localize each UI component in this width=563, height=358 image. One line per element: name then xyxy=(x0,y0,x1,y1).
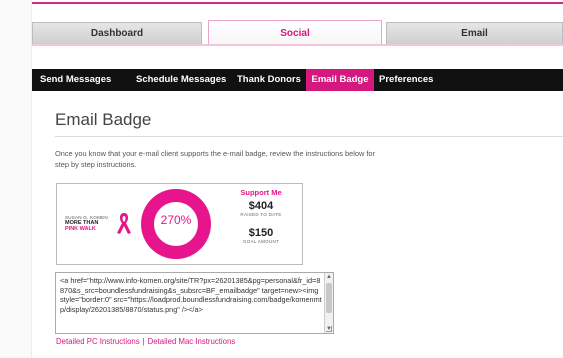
subnav-schedule-messages[interactable]: Schedule Messages xyxy=(136,69,226,91)
subnav-email-badge[interactable]: Email Badge xyxy=(306,69,374,91)
left-gutter xyxy=(0,0,32,358)
scroll-up-icon[interactable]: ▲ xyxy=(325,273,333,281)
progress-percent: 270% xyxy=(160,213,192,227)
tab-social[interactable]: Social xyxy=(208,20,382,44)
tab-dashboard[interactable]: Dashboard xyxy=(32,22,202,44)
raised-label: RAISED TO DATE xyxy=(240,212,282,217)
instruction-links: Detailed PC Instructions | Detailed Mac In… xyxy=(56,337,235,346)
mac-instructions-link[interactable]: Detailed Mac Instructions xyxy=(148,337,236,346)
support-me-label: Support Me xyxy=(240,188,282,197)
resize-handle-icon[interactable] xyxy=(326,326,332,332)
badge-code-text[interactable]: <a href="http://www.info-komen.org/site/… xyxy=(60,276,322,314)
title-divider xyxy=(55,136,563,137)
subnav-thank-donors[interactable]: Thank Donors xyxy=(237,69,301,91)
link-separator: | xyxy=(142,337,145,346)
tab-underline xyxy=(32,44,563,46)
main-tabs: Dashboard Social Email xyxy=(32,20,563,44)
goal-label: GOAL AMOUNT xyxy=(242,239,280,244)
code-scrollbar[interactable]: ▲ ▼ xyxy=(324,273,333,333)
badge-code-textarea[interactable]: <a href="http://www.info-komen.org/site/… xyxy=(55,272,334,334)
pink-ribbon-icon xyxy=(117,213,131,234)
badge-stats: Support Me $404 RAISED TO DATE $150 GOAL… xyxy=(225,188,297,244)
tab-email[interactable]: Email xyxy=(386,22,563,44)
social-subnav: Send Messages Schedule Messages Thank Do… xyxy=(32,69,563,91)
pc-instructions-link[interactable]: Detailed PC Instructions xyxy=(56,337,140,346)
goal-amount: $150 xyxy=(248,227,274,239)
email-badge-preview: SUSAN G. KOMEN MORE THAN PINK WALK 270% … xyxy=(56,183,303,265)
page-description: Once you know that your e-mail client su… xyxy=(55,149,376,169)
page-title: Email Badge xyxy=(55,110,152,129)
raised-amount: $404 xyxy=(248,200,274,212)
top-accent-bar xyxy=(0,0,563,4)
subnav-preferences[interactable]: Preferences xyxy=(379,69,433,91)
subnav-send-messages[interactable]: Send Messages xyxy=(40,69,111,91)
scroll-thumb[interactable] xyxy=(326,283,332,313)
top-accent-line xyxy=(0,2,563,4)
progress-ring: 270% xyxy=(141,189,211,259)
